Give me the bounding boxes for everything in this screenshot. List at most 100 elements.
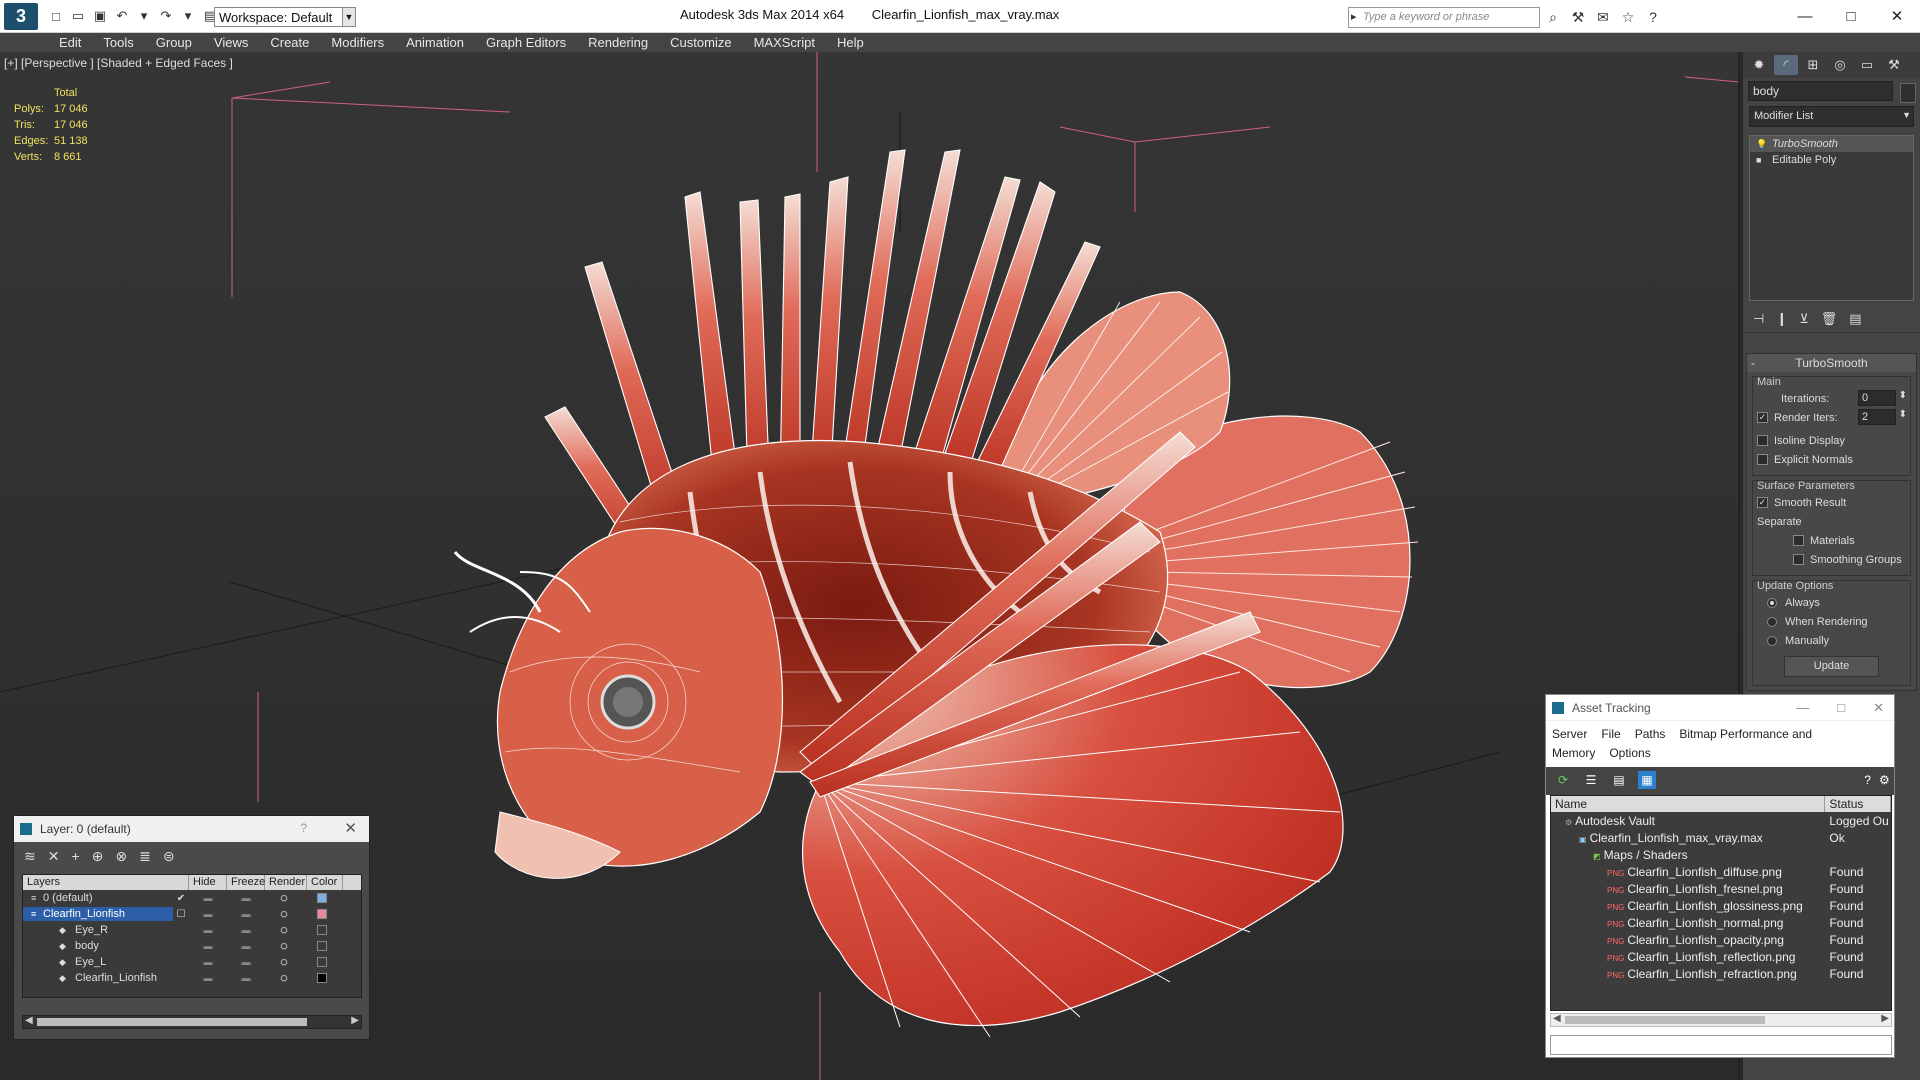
asset-row[interactable]: PNG Clearfin_Lionfish_normal.png Found xyxy=(1551,914,1891,931)
configure-modifier-sets-icon[interactable]: ▤ xyxy=(1849,311,1861,330)
layer-color-swatch[interactable] xyxy=(317,941,327,951)
layer-window-titlebar[interactable]: Layer: 0 (default) ? ✕ xyxy=(14,816,369,842)
display-tab-icon[interactable]: ▭ xyxy=(1855,55,1879,75)
freeze-toggle[interactable]: ▬ xyxy=(227,925,265,935)
binoculars-icon[interactable]: ⌕ xyxy=(1544,8,1562,26)
create-layer-icon[interactable]: + xyxy=(71,848,79,866)
col-render[interactable]: Render xyxy=(265,875,307,890)
hide-toggle[interactable]: ▬ xyxy=(189,925,227,935)
close-icon[interactable]: ✕ xyxy=(344,819,357,837)
hide-toggle[interactable]: ▬ xyxy=(189,957,227,967)
maximize-icon[interactable]: □ xyxy=(1828,0,1874,32)
stack-item-turbosmooth[interactable]: 💡 TurboSmooth xyxy=(1750,136,1913,152)
search-input[interactable]: Type a keyword or phrase xyxy=(1348,7,1540,28)
render-teapot-icon[interactable]: ⛭ xyxy=(265,893,303,904)
asset-menu-server[interactable]: Server xyxy=(1552,727,1587,741)
layer-row[interactable]: ≡ 0 (default) ✔ ▬ ▬ ⛭ xyxy=(23,890,361,906)
menu-rendering[interactable]: Rendering xyxy=(577,33,659,52)
create-tab-icon[interactable]: ✹ xyxy=(1747,55,1771,75)
motion-tab-icon[interactable]: ◎ xyxy=(1828,55,1852,75)
asset-horizontal-scrollbar[interactable]: ◀ ▶ xyxy=(1550,1013,1892,1027)
layer-active-toggle[interactable]: ☐ xyxy=(173,909,189,920)
hide-toggle[interactable]: ▬ xyxy=(189,973,227,983)
layer-row[interactable]: ◆ Clearfin_Lionfish ▬ ▬ ⛭ xyxy=(23,970,361,986)
col-hide[interactable]: Hide xyxy=(189,875,227,890)
freeze-toggle[interactable]: ▬ xyxy=(227,941,265,951)
render-teapot-icon[interactable]: ⛭ xyxy=(265,941,303,952)
menu-create[interactable]: Create xyxy=(259,33,320,52)
isoline-checkbox[interactable] xyxy=(1757,435,1768,446)
new-file-icon[interactable]: □ xyxy=(48,8,64,24)
favorites-star-icon[interactable]: ☆ xyxy=(1619,8,1637,26)
render-iters-spinner[interactable]: 2 xyxy=(1858,409,1907,425)
layer-name[interactable]: ◆ Eye_R xyxy=(23,923,173,937)
workspace-select[interactable]: Workspace: Default ▼ xyxy=(214,7,356,27)
explicit-normals-checkbox[interactable] xyxy=(1757,454,1768,465)
hierarchy-tab-icon[interactable]: ⊞ xyxy=(1801,55,1825,75)
hide-toggle[interactable]: ▬ xyxy=(189,893,227,903)
hide-all-layers-icon[interactable]: ⊜ xyxy=(163,848,175,866)
layer-row[interactable]: ◆ Eye_R ▬ ▬ ⛭ xyxy=(23,922,361,938)
col-name[interactable]: Name xyxy=(1551,796,1826,812)
asset-menu-paths[interactable]: Paths xyxy=(1635,727,1666,741)
layer-name[interactable]: ◆ Eye_L xyxy=(23,955,173,969)
layer-color-swatch[interactable] xyxy=(317,925,327,935)
col-freeze[interactable]: Freeze xyxy=(227,875,265,890)
list-view-icon[interactable]: ☰ xyxy=(1582,771,1600,789)
layer-horizontal-scrollbar[interactable]: ◀ ▶ xyxy=(22,1015,362,1029)
app-logo-icon[interactable]: 3 xyxy=(4,3,38,30)
layer-row[interactable]: ≡ Clearfin_Lionfish ☐ ▬ ▬ ⛭ xyxy=(23,906,361,922)
modifier-list-dropdown[interactable]: Modifier List ▼ xyxy=(1749,106,1914,127)
layer-row[interactable]: ◆ body ▬ ▬ ⛭ xyxy=(23,938,361,954)
help-icon[interactable]: ? xyxy=(1644,8,1662,26)
stack-item-editable-poly[interactable]: ■ Editable Poly xyxy=(1750,152,1913,168)
help-icon[interactable]: ? xyxy=(300,821,307,835)
object-name-field[interactable]: body xyxy=(1748,81,1893,101)
utilities-tab-icon[interactable]: ⚒ xyxy=(1882,55,1906,75)
update-button[interactable]: Update xyxy=(1784,656,1879,677)
col-status[interactable]: Status xyxy=(1825,796,1891,812)
scroll-left-icon[interactable]: ◀ xyxy=(1553,1013,1561,1024)
menu-modifiers[interactable]: Modifiers xyxy=(320,33,395,52)
menu-group[interactable]: Group xyxy=(145,33,203,52)
undo-icon[interactable]: ↶ xyxy=(114,8,130,24)
render-iters-checkbox[interactable]: ✓ xyxy=(1757,412,1768,423)
manually-radio[interactable] xyxy=(1767,635,1777,646)
freeze-toggle[interactable]: ▬ xyxy=(227,893,265,903)
render-teapot-icon[interactable]: ⛭ xyxy=(265,957,303,968)
make-unique-icon[interactable]: ⊻ xyxy=(1799,311,1809,330)
menu-graph-editors[interactable]: Graph Editors xyxy=(475,33,577,52)
freeze-toggle[interactable]: ▬ xyxy=(227,909,265,919)
rollout-title[interactable]: - TurboSmooth xyxy=(1747,354,1916,372)
menu-help[interactable]: Help xyxy=(826,33,875,52)
smooth-result-checkbox[interactable]: ✓ xyxy=(1757,497,1768,508)
menu-tools[interactable]: Tools xyxy=(92,33,144,52)
scroll-thumb[interactable] xyxy=(1565,1016,1765,1024)
asset-menu-options[interactable]: Options xyxy=(1609,746,1650,760)
asset-row[interactable]: PNG Clearfin_Lionfish_reflection.png Found xyxy=(1551,948,1891,965)
settings-icon[interactable]: ⚙ xyxy=(1879,771,1890,789)
asset-menu-bitmap-performance-and-memory[interactable]: Bitmap Performance and Memory xyxy=(1552,727,1812,760)
layer-name[interactable]: ◆ Clearfin_Lionfish xyxy=(23,971,173,985)
col-layers[interactable]: Layers xyxy=(23,875,189,890)
materials-checkbox[interactable] xyxy=(1793,535,1804,546)
layer-color-swatch[interactable] xyxy=(317,973,327,983)
layer-color-swatch[interactable] xyxy=(317,909,327,919)
iterations-spinner[interactable]: 0 xyxy=(1858,390,1907,406)
render-teapot-icon[interactable]: ⛭ xyxy=(265,973,303,984)
minimize-icon[interactable]: — xyxy=(1782,0,1828,32)
menu-animation[interactable]: Animation xyxy=(395,33,475,52)
redo-icon[interactable]: ↷ xyxy=(158,8,174,24)
layer-name[interactable]: ◆ body xyxy=(23,939,173,953)
open-file-icon[interactable]: ▭ xyxy=(70,8,86,24)
show-end-result-icon[interactable]: ❙ xyxy=(1776,311,1787,330)
help-icon[interactable]: ? xyxy=(1864,771,1871,789)
always-radio[interactable] xyxy=(1767,597,1777,608)
menu-customize[interactable]: Customize xyxy=(659,33,742,52)
menu-views[interactable]: Views xyxy=(203,33,259,52)
layer-manager-icon[interactable]: ≋ xyxy=(24,848,36,866)
asset-row[interactable]: ▣ Clearfin_Lionfish_max_vray.max Ok xyxy=(1551,829,1891,846)
add-selection-icon[interactable]: ⊕ xyxy=(92,848,104,866)
object-color-swatch[interactable] xyxy=(1900,83,1916,103)
menu-edit[interactable]: Edit xyxy=(48,33,92,52)
